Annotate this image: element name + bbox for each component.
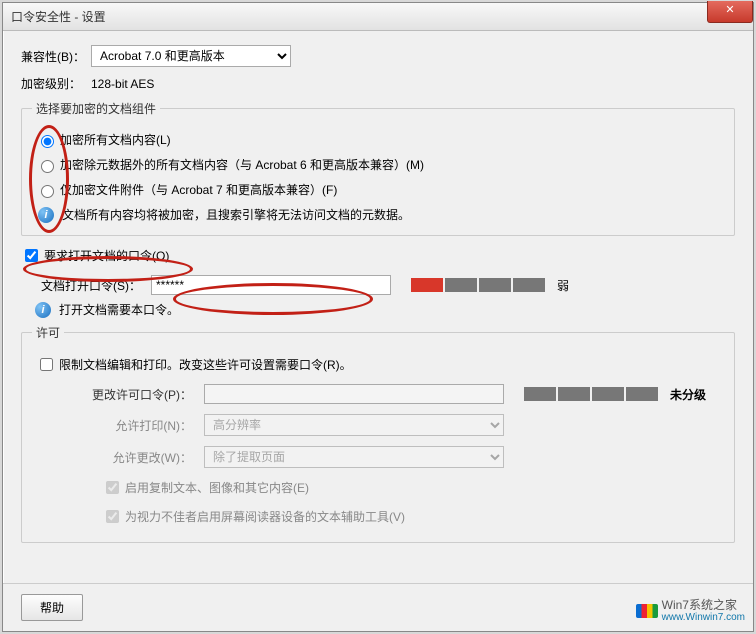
encryption-level-label: 加密级别： [21, 75, 91, 92]
encryption-level-value: 128-bit AES [91, 77, 154, 91]
watermark-line1: Win7系统之家 [662, 599, 745, 612]
radio-encrypt-attachments[interactable]: 仅加密文件附件（与 Acrobat 7 和更高版本兼容）(F) [36, 181, 724, 198]
open-password-info-text: 打开文档需要本口令。 [59, 301, 179, 318]
allow-printing-row: 允许打印(N)： 高分辨率 [42, 414, 724, 436]
require-open-password-label: 要求打开文档的口令(O) [44, 247, 169, 264]
watermark-line2: www.Winwin7.com [662, 612, 745, 623]
strength-seg [513, 278, 545, 292]
radio-encrypt-except-meta[interactable]: 加密除元数据外的所有文档内容（与 Acrobat 6 和更高版本兼容）(M) [36, 156, 724, 173]
radio-encrypt-except-meta-input[interactable] [41, 160, 54, 173]
open-password-label: 文档打开口令(S)： [31, 277, 141, 294]
restrict-edit-print-label: 限制文档编辑和打印。改变这些许可设置需要口令(R)。 [59, 356, 352, 373]
info-icon: i [35, 302, 51, 318]
compatibility-row: 兼容性(B)： Acrobat 7.0 和更高版本 [21, 45, 735, 67]
strength-seg [558, 387, 590, 401]
window-title: 口令安全性 - 设置 [11, 8, 106, 25]
encrypt-info-text: 文档所有内容均将被加密，且搜索引擎将无法访问文档的元数据。 [62, 206, 410, 223]
open-password-input[interactable] [151, 275, 391, 295]
change-permissions-password-input [204, 384, 504, 404]
radio-encrypt-all-input[interactable] [41, 135, 54, 148]
open-password-row: 文档打开口令(S)： 弱 [31, 275, 735, 295]
titlebar: 口令安全性 - 设置 ✕ [3, 3, 753, 31]
encrypt-components-group: 选择要加密的文档组件 加密所有文档内容(L) 加密除元数据外的所有文档内容（与 … [21, 100, 735, 236]
strength-seg [626, 387, 658, 401]
perm-password-strength-label: 未分级 [670, 386, 706, 403]
compatibility-label: 兼容性(B)： [21, 48, 91, 65]
radio-encrypt-all[interactable]: 加密所有文档内容(L) [36, 131, 724, 148]
dialog-window: 口令安全性 - 设置 ✕ 兼容性(B)： Acrobat 7.0 和更高版本 加… [2, 2, 754, 632]
help-button[interactable]: 帮助 [21, 594, 83, 621]
permissions-group: 许可 限制文档编辑和打印。改变这些许可设置需要口令(R)。 更改许可口令(P)：… [21, 324, 735, 543]
compatibility-select[interactable]: Acrobat 7.0 和更高版本 [91, 45, 291, 67]
open-password-strength-label: 弱 [557, 277, 569, 294]
require-open-password-check[interactable]: 要求打开文档的口令(O) [21, 246, 735, 265]
encryption-level-row: 加密级别： 128-bit AES [21, 75, 735, 92]
allow-printing-label: 允许打印(N)： [42, 417, 192, 434]
windows-flag-icon [636, 604, 658, 618]
restrict-edit-print-checkbox[interactable] [40, 358, 53, 371]
permissions-subarea: 更改许可口令(P)： 未分级 允许打印(N)： 高分辨率 [42, 384, 724, 526]
radio-encrypt-except-meta-label: 加密除元数据外的所有文档内容（与 Acrobat 6 和更高版本兼容）(M) [60, 156, 424, 173]
strength-seg [592, 387, 624, 401]
dialog-footer: 帮助 Win7系统之家 www.Winwin7.com [3, 583, 753, 631]
enable-copy-label: 启用复制文本、图像和其它内容(E) [125, 479, 309, 496]
dialog-content: 兼容性(B)： Acrobat 7.0 和更高版本 加密级别： 128-bit … [3, 31, 753, 563]
restrict-edit-print-check[interactable]: 限制文档编辑和打印。改变这些许可设置需要口令(R)。 [36, 355, 724, 374]
allow-changes-row: 允许更改(W)： 除了提取页面 [42, 446, 724, 468]
radio-encrypt-attachments-input[interactable] [41, 185, 54, 198]
close-icon: ✕ [725, 4, 734, 16]
enable-copy-check: 启用复制文本、图像和其它内容(E) [102, 478, 724, 497]
open-password-info-row: i 打开文档需要本口令。 [35, 301, 735, 318]
require-open-password-checkbox[interactable] [25, 249, 38, 262]
change-permissions-password-label: 更改许可口令(P)： [42, 386, 192, 403]
strength-seg [411, 278, 443, 292]
strength-seg [479, 278, 511, 292]
encrypt-components-legend: 选择要加密的文档组件 [32, 100, 160, 117]
radio-encrypt-all-label: 加密所有文档内容(L) [60, 131, 171, 148]
info-icon: i [38, 207, 54, 223]
permissions-legend: 许可 [32, 324, 64, 341]
open-password-strength-bar [411, 278, 547, 292]
enable-screenreader-label: 为视力不佳者启用屏幕阅读器设备的文本辅助工具(V) [125, 508, 405, 525]
encrypt-info-row: i 文档所有内容均将被加密，且搜索引擎将无法访问文档的元数据。 [38, 206, 724, 223]
allow-changes-label: 允许更改(W)： [42, 449, 192, 466]
watermark: Win7系统之家 www.Winwin7.com [636, 599, 745, 623]
enable-screenreader-checkbox [106, 510, 119, 523]
strength-seg [445, 278, 477, 292]
close-button[interactable]: ✕ [707, 1, 753, 23]
strength-seg [524, 387, 556, 401]
change-permissions-password-row: 更改许可口令(P)： 未分级 [42, 384, 724, 404]
enable-screenreader-check: 为视力不佳者启用屏幕阅读器设备的文本辅助工具(V) [102, 507, 724, 526]
radio-encrypt-attachments-label: 仅加密文件附件（与 Acrobat 7 和更高版本兼容）(F) [60, 181, 337, 198]
enable-copy-checkbox [106, 481, 119, 494]
help-button-label: 帮助 [40, 601, 64, 615]
perm-password-strength-bar [524, 387, 660, 401]
allow-printing-select: 高分辨率 [204, 414, 504, 436]
allow-changes-select: 除了提取页面 [204, 446, 504, 468]
